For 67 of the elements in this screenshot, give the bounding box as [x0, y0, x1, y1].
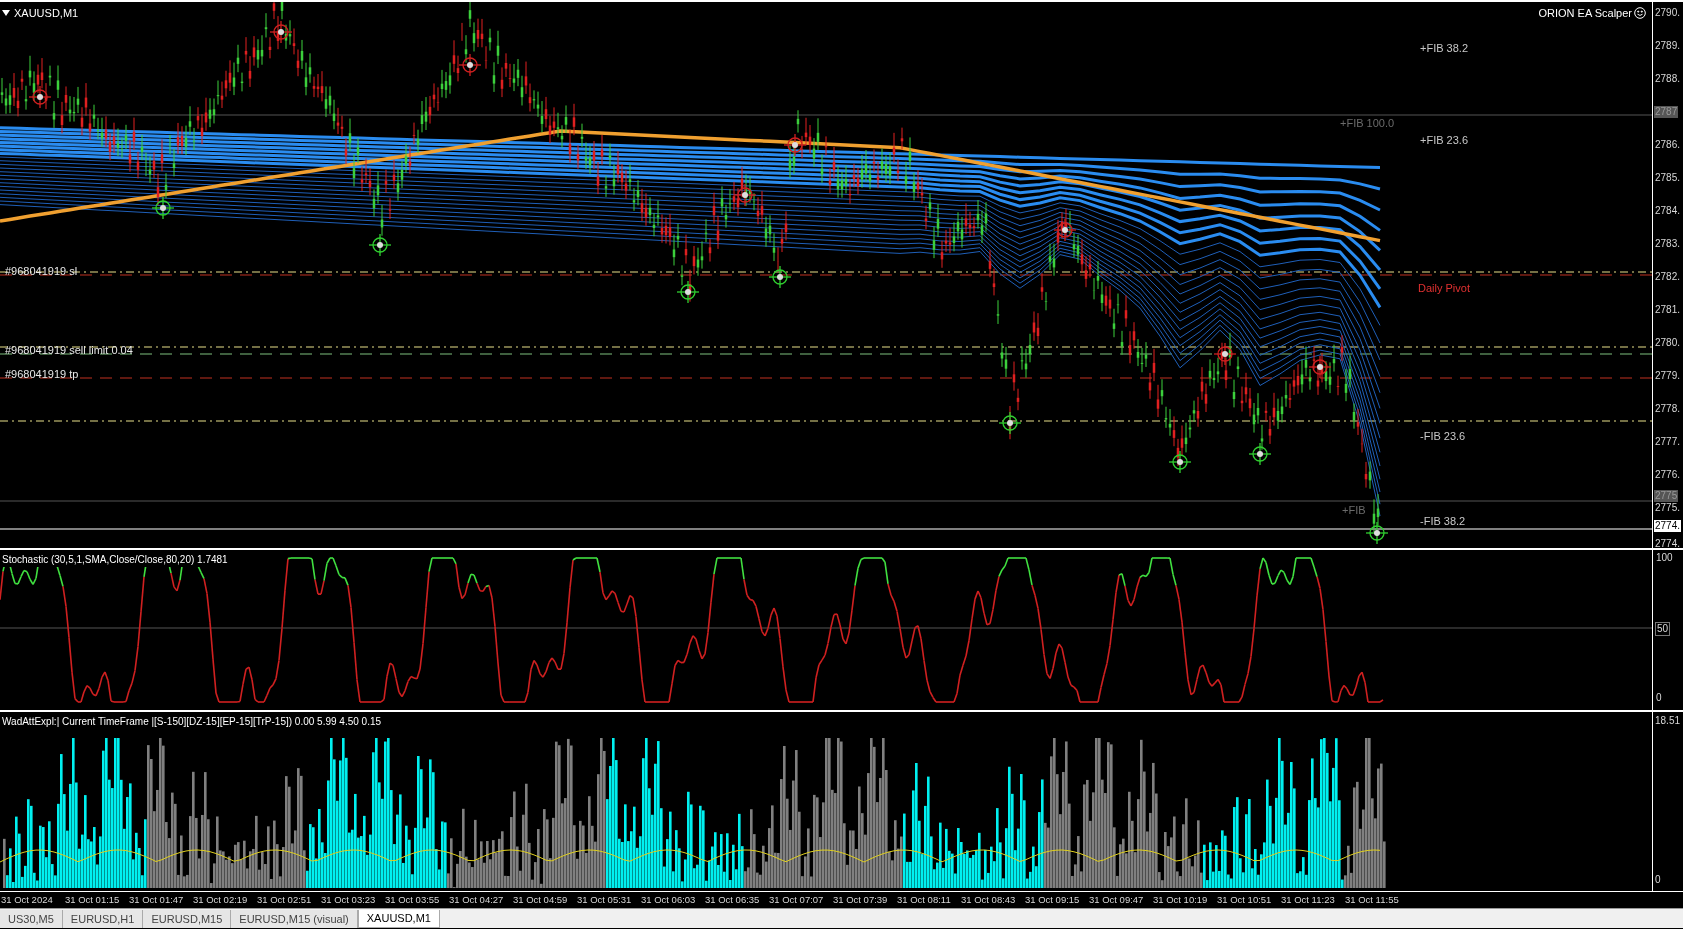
price-axis-label: 2776. — [1654, 469, 1682, 481]
chart-tab[interactable]: XAUUSD,M1 — [357, 910, 440, 928]
chart-tab[interactable]: EURUSD,M15 (visual) — [231, 910, 358, 928]
histogram-axis-label: 0 — [1655, 874, 1661, 886]
chart-level-label: -FIB 38.2 — [1420, 514, 1466, 529]
time-axis-label: 31 Oct 2024 — [0, 893, 54, 907]
chart-level-label: +FIB 38.2 — [1420, 41, 1468, 56]
price-axis-label: 2778. — [1654, 403, 1682, 415]
price-axis-label: 2787 — [1654, 106, 1679, 118]
time-axis-label: 31 Oct 07:39 — [832, 893, 889, 907]
price-axis-label: 2775 — [1654, 490, 1679, 502]
price-axis-label: 2777. — [1654, 436, 1682, 448]
dropdown-triangle-icon[interactable] — [2, 10, 10, 17]
chart-level-label: #968041919 sell limit 0.04 — [5, 343, 133, 358]
chart-level-label: #968041919 sl — [5, 264, 78, 279]
price-axis-label: 2784. — [1654, 205, 1682, 217]
price-axis-label: 2785. — [1654, 172, 1682, 184]
price-axis-label: 2774. — [1654, 520, 1682, 532]
price-axis-label: 2781. — [1654, 304, 1682, 316]
chart-level-label: +FIB — [1342, 503, 1366, 518]
time-axis-label: 31 Oct 01:15 — [64, 893, 121, 907]
time-axis-label: 31 Oct 11:23 — [1280, 893, 1336, 907]
time-axis-label: 31 Oct 11:55 — [1344, 893, 1400, 907]
smiley-face-icon — [1634, 7, 1646, 20]
histogram-axis-label: 18.51 — [1655, 715, 1681, 727]
time-axis-label: 31 Oct 08:43 — [960, 893, 1017, 907]
price-axis-label: 2780. — [1654, 337, 1682, 349]
expert-advisor-label: ORION EA Scalper — [1538, 6, 1632, 21]
chart-tab[interactable]: US30,M5 — [0, 910, 63, 928]
chart-level-label: -FIB 23.6 — [1420, 429, 1466, 444]
time-axis-label: 31 Oct 02:19 — [192, 893, 249, 907]
time-axis-label: 31 Oct 04:27 — [448, 893, 505, 907]
price-axis-label: 2783. — [1654, 238, 1682, 250]
price-axis-label: 2786. — [1654, 139, 1682, 151]
indicator-title: Stochastic (30,5,1,SMA,Close/Close,80,20) 1.7481 — [2, 552, 228, 567]
price-axis-label: 2789. — [1654, 40, 1682, 52]
price-axis-label: 2775. — [1654, 502, 1682, 514]
chart-level-label: Daily Pivot — [1418, 281, 1470, 296]
chart-tab[interactable]: EURUSD,M15 — [143, 910, 232, 928]
price-axis-label: 2774. — [1654, 538, 1682, 550]
time-axis-label: 31 Oct 02:51 — [256, 893, 313, 907]
time-axis-label: 31 Oct 10:51 — [1216, 893, 1273, 907]
chart-symbol-label: XAUUSD,M1 — [14, 6, 79, 21]
time-axis-label: 31 Oct 01:47 — [128, 893, 185, 907]
oscillator-axis-label: 0 — [1655, 692, 1663, 704]
time-axis-label: 31 Oct 09:47 — [1088, 893, 1145, 907]
price-axis-label: 2788. — [1654, 73, 1682, 85]
price-axis-label: 2782. — [1654, 271, 1682, 283]
chart-level-label: +FIB 23.6 — [1420, 133, 1468, 148]
price-axis-label: 2779. — [1654, 370, 1682, 382]
time-axis-label: 31 Oct 10:19 — [1152, 893, 1209, 907]
time-axis-label: 31 Oct 09:15 — [1024, 893, 1081, 907]
time-axis-label: 31 Oct 04:59 — [512, 893, 569, 907]
oscillator-axis-label: 100 — [1655, 552, 1674, 564]
time-axis-label: 31 Oct 06:03 — [640, 893, 697, 907]
time-axis-label: 31 Oct 07:07 — [768, 893, 825, 907]
time-axis-label: 31 Oct 06:35 — [704, 893, 761, 907]
time-axis-label: 31 Oct 08:11 — [896, 893, 952, 907]
time-axis-label: 31 Oct 03:23 — [320, 893, 377, 907]
indicator-title: WadAttExpl:| Current TimeFrame |[S-150][DZ-15][EP-15][TrP-15]) 0.00 5.99 4.50 0.15 — [2, 715, 382, 729]
time-axis-label: 31 Oct 05:31 — [576, 893, 633, 907]
price-axis-label: 2790. — [1654, 7, 1682, 19]
chart-level-label: #968041919 tp — [5, 367, 79, 382]
time-axis-label: 31 Oct 03:55 — [384, 893, 441, 907]
chart-level-label: +FIB 100.0 — [1340, 116, 1395, 131]
chart-tab[interactable]: EURUSD,H1 — [62, 910, 144, 928]
oscillator-axis-label: 50 — [1655, 622, 1671, 636]
